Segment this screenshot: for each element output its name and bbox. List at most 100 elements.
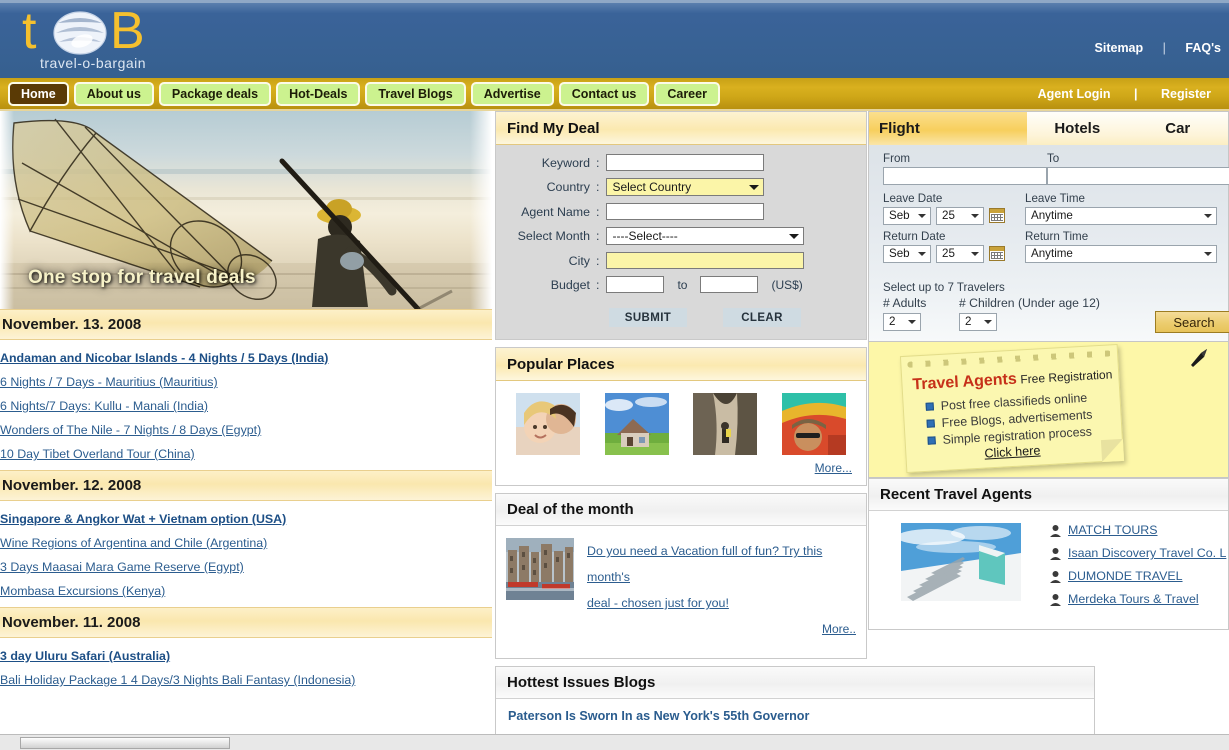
clear-button[interactable]: CLEAR [723, 308, 801, 327]
agent-login-link[interactable]: Agent Login [1028, 87, 1121, 101]
find-my-deal-title: Find My Deal [496, 112, 866, 145]
nav-item-travel-blogs[interactable]: Travel Blogs [365, 82, 465, 106]
leave-time-label: Leave Time [1025, 192, 1228, 205]
logo-mark: t B [18, 5, 188, 57]
blog-post-title[interactable]: Paterson Is Sworn In as New York's 55th … [508, 709, 1082, 723]
return-month-select[interactable]: Seb [883, 245, 931, 263]
flight-search-form: From To Leave Date Seb [869, 145, 1228, 341]
umbrella-man-photo[interactable] [782, 393, 846, 455]
recent-agents-body: MATCH TOURS Isaan Discovery Travel Co. L [869, 511, 1228, 629]
list-item[interactable]: 3 Days Maasai Mara Game Reserve (Egypt) [0, 555, 492, 579]
from-input[interactable] [883, 167, 1047, 185]
list-item[interactable]: 6 Nights/7 Days: Kullu - Manali (India) [0, 394, 492, 418]
hero-banner: One stop for travel deals [0, 111, 492, 309]
tab-car[interactable]: Car [1128, 112, 1229, 145]
farmhouse-photo[interactable] [605, 393, 669, 455]
budget-min-input[interactable] [606, 276, 664, 293]
list-item[interactable]: Merdeka Tours & Travel [1049, 592, 1226, 606]
leave-time-select[interactable]: Anytime [1025, 207, 1217, 225]
register-link[interactable]: Register [1151, 87, 1221, 101]
adults-label: # Adults [883, 296, 959, 310]
leave-day-select[interactable]: 25 [936, 207, 984, 225]
nav-item-contact-us[interactable]: Contact us [559, 82, 650, 106]
deal-list: Andaman and Nicobar Islands - 4 Nights /… [0, 340, 492, 470]
scrollbar-thumb[interactable] [20, 737, 230, 749]
deal-of-month-body: Do you need a Vacation full of fun? Try … [496, 526, 866, 658]
promo-cta-link[interactable]: Click here [984, 443, 1041, 460]
return-date-controls: Seb 25 [883, 245, 1025, 263]
return-time-group: Return Time Anytime [1025, 230, 1228, 263]
nav-item-package-deals[interactable]: Package deals [159, 82, 271, 106]
cave-photo[interactable] [693, 393, 757, 455]
adults-select[interactable]: 2 [883, 313, 921, 331]
white-stairs-photo[interactable] [901, 523, 1021, 601]
chevron-down-icon [971, 214, 979, 218]
couple-photo[interactable] [516, 393, 580, 455]
travel-agents-promo[interactable]: Travel Agents Free Registration Post fre… [868, 342, 1229, 478]
tab-hotels[interactable]: Hotels [1027, 112, 1128, 145]
user-icon [1049, 570, 1062, 583]
list-item[interactable]: 3 day Uluru Safari (Australia) [0, 644, 492, 668]
agent-link[interactable]: MATCH TOURS [1068, 523, 1158, 537]
select-month-select[interactable]: ----Select---- [606, 227, 804, 245]
to-input[interactable] [1047, 167, 1229, 185]
faqs-link[interactable]: FAQ's [1177, 41, 1229, 55]
agent-link[interactable]: Isaan Discovery Travel Co. L [1068, 546, 1226, 560]
return-day-value: 25 [942, 247, 955, 260]
return-day-select[interactable]: 25 [936, 245, 984, 263]
popular-places-title: Popular Places [496, 348, 866, 381]
agent-link[interactable]: DUMONDE TRAVEL [1068, 569, 1183, 583]
list-item[interactable]: Andaman and Nicobar Islands - 4 Nights /… [0, 346, 492, 370]
chevron-down-icon [1204, 252, 1212, 256]
search-button[interactable]: Search [1155, 311, 1229, 333]
tab-flight[interactable]: Flight [869, 112, 1027, 145]
list-item[interactable]: DUMONDE TRAVEL [1049, 569, 1226, 583]
nav-item-advertise[interactable]: Advertise [471, 82, 554, 106]
select-month-colon: : [596, 229, 599, 243]
city-input[interactable] [606, 252, 804, 269]
children-select[interactable]: 2 [959, 313, 997, 331]
amsterdam-canal-photo[interactable] [506, 538, 574, 600]
return-time-select[interactable]: Anytime [1025, 245, 1217, 263]
country-colon: : [596, 180, 599, 194]
deal-of-month-link-line1[interactable]: Do you need a Vacation full of fun? Try … [587, 544, 822, 584]
leave-month-select[interactable]: Seb [883, 207, 931, 225]
list-item[interactable]: Mombasa Excursions (Kenya) [0, 579, 492, 603]
submit-button[interactable]: SUBMIT [609, 308, 687, 327]
deal-of-month-more-link[interactable]: More.. [587, 622, 856, 636]
popular-places-more-link[interactable]: More... [496, 455, 866, 479]
nav-item-about-us[interactable]: About us [74, 82, 154, 106]
calendar-icon[interactable] [989, 246, 1005, 261]
sitemap-link[interactable]: Sitemap [1087, 41, 1152, 55]
return-row: Return Date Seb 25 [869, 225, 1228, 263]
list-item[interactable]: Isaan Discovery Travel Co. L [1049, 546, 1226, 560]
agent-name-input[interactable] [606, 203, 764, 220]
budget-max-input[interactable] [700, 276, 758, 293]
site-header: t B travel-o-bargain Sitemap | FAQ's [0, 0, 1229, 78]
chevron-down-icon [749, 185, 759, 190]
deal-date-heading: November. 12. 2008 [0, 470, 492, 501]
list-item[interactable]: 6 Nights / 7 Days - Mauritius (Mauritius… [0, 370, 492, 394]
budget-colon: : [596, 278, 599, 292]
list-item[interactable]: Wonders of The Nile - 7 Nights / 8 Days … [0, 418, 492, 442]
site-logo[interactable]: t B travel-o-bargain [18, 5, 188, 77]
leave-date-label: Leave Date [883, 192, 1025, 205]
nav-item-hot-deals[interactable]: Hot-Deals [276, 82, 360, 106]
nav-item-home[interactable]: Home [8, 82, 69, 106]
chevron-down-icon [1204, 214, 1212, 218]
nav-item-career[interactable]: Career [654, 82, 720, 106]
calendar-icon[interactable] [989, 208, 1005, 223]
list-item[interactable]: Bali Holiday Package 1 4 Days/3 Nights B… [0, 668, 492, 692]
recent-agents-title: Recent Travel Agents [869, 479, 1228, 511]
agent-link[interactable]: Merdeka Tours & Travel [1068, 592, 1199, 606]
country-select[interactable]: Select Country [606, 178, 764, 196]
to-label: To [1047, 152, 1229, 165]
center-column: Find My Deal Keyword : Country : Select … [495, 111, 867, 750]
list-item[interactable]: Wine Regions of Argentina and Chile (Arg… [0, 531, 492, 555]
list-item[interactable]: Singapore & Angkor Wat + Vietnam option … [0, 507, 492, 531]
list-item[interactable]: 10 Day Tibet Overland Tour (China) [0, 442, 492, 466]
list-item[interactable]: MATCH TOURS [1049, 523, 1226, 537]
horizontal-scrollbar[interactable] [0, 734, 1229, 750]
deal-of-month-link-line2[interactable]: deal - chosen just for you! [587, 596, 729, 610]
keyword-input[interactable] [606, 154, 764, 171]
